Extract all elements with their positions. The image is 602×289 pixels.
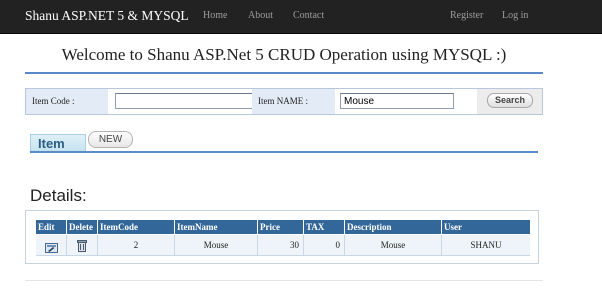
user-cell: SHANU <box>442 235 530 256</box>
item-code-label: Item Code : <box>26 89 108 114</box>
trash-icon[interactable] <box>77 239 87 255</box>
col-delete-header: Delete <box>67 220 98 234</box>
col-itemname-header: ItemName <box>175 220 258 234</box>
col-itemcode-header: ItemCode <box>98 220 175 234</box>
item-name-input[interactable] <box>340 93 454 109</box>
register-link[interactable]: Register <box>450 10 483 21</box>
title-divider <box>25 72 543 74</box>
item-code-cell: 2 <box>98 235 175 256</box>
search-button[interactable]: Search <box>487 93 533 108</box>
price-cell: 30 <box>258 235 304 256</box>
nav-home-link[interactable]: Home <box>203 10 227 21</box>
new-button[interactable]: NEW <box>88 131 133 148</box>
col-description-header: Description <box>345 220 442 234</box>
nav-contact-link[interactable]: Contact <box>293 10 324 21</box>
description-cell: Mouse <box>345 235 442 256</box>
details-title: Details: <box>30 186 87 205</box>
col-edit-header: Edit <box>36 220 67 234</box>
col-tax-header: TAX <box>304 220 345 234</box>
edit-icon[interactable] <box>45 240 58 255</box>
search-button-cell: Search <box>477 89 542 114</box>
col-price-header: Price <box>258 220 304 234</box>
footer-divider <box>25 280 543 281</box>
col-user-header: User <box>442 220 530 234</box>
navbar: Shanu ASP.NET 5 & MYSQL Home About Conta… <box>0 0 602 34</box>
page-title: Welcome to Shanu ASP.Net 5 CRUD Operatio… <box>61 45 507 64</box>
item-name-cell: Mouse <box>175 235 258 256</box>
edit-cell <box>36 235 67 256</box>
tax-cell: 0 <box>304 235 345 256</box>
login-link[interactable]: Log in <box>502 10 528 21</box>
brand-link[interactable]: Shanu ASP.NET 5 & MYSQL <box>25 8 189 24</box>
tab-item[interactable]: Item <box>30 134 86 151</box>
search-panel: Item Code : Item NAME : Search <box>25 88 543 115</box>
tab-divider <box>30 151 538 153</box>
item-name-label: Item NAME : <box>252 89 335 114</box>
nav-about-link[interactable]: About <box>248 10 273 21</box>
item-code-input[interactable] <box>115 93 257 109</box>
delete-cell <box>67 235 98 256</box>
